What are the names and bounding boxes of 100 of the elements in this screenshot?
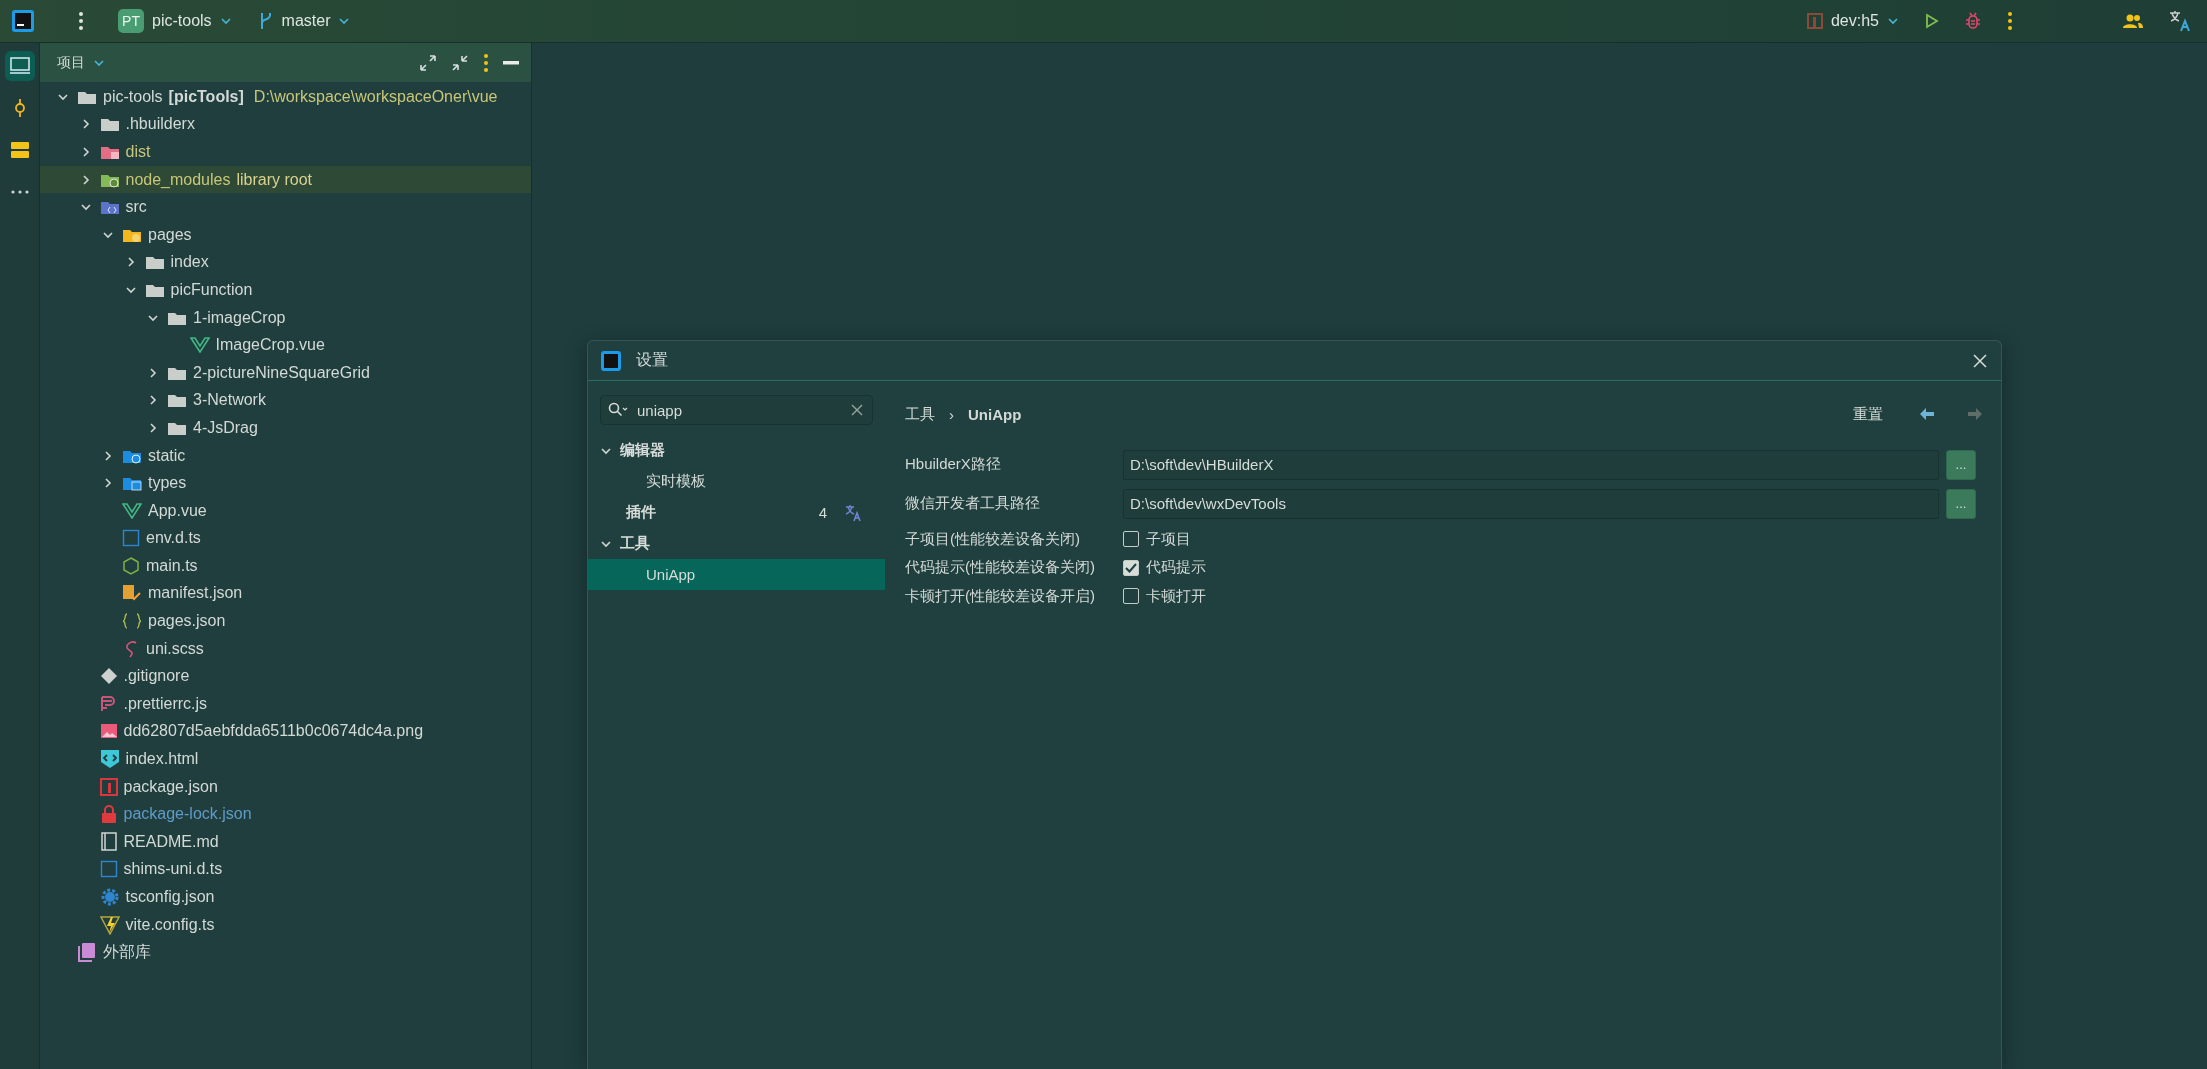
tree-item[interactable]: 2-pictureNineSquareGrid bbox=[193, 363, 370, 382]
settings-nav-item[interactable]: 编辑器 bbox=[588, 435, 885, 466]
tree-item[interactable]: env.d.ts bbox=[146, 529, 201, 548]
panel-title[interactable]: 项目 bbox=[57, 53, 85, 72]
tree-item[interactable]: .prettierrc.js bbox=[123, 694, 208, 713]
tree-item[interactable]: types bbox=[148, 474, 187, 493]
tree-item[interactable]: src bbox=[125, 198, 147, 217]
code-shield-icon bbox=[99, 749, 120, 770]
tree-item[interactable]: package-lock.json bbox=[123, 805, 252, 824]
tree-item[interactable]: pages.json bbox=[148, 612, 226, 631]
play-icon bbox=[1925, 13, 1939, 29]
close-button[interactable] bbox=[1971, 351, 1989, 370]
tree-item[interactable]: README.md bbox=[123, 832, 219, 851]
option-label: 代码提示(性能较差设备关闭) bbox=[905, 558, 1096, 578]
collapse-all-icon bbox=[451, 53, 469, 72]
checkbox-label[interactable]: 代码提示 bbox=[1146, 558, 1206, 578]
more-icon bbox=[9, 189, 30, 195]
settings-nav-item[interactable]: UniApp bbox=[588, 559, 885, 590]
lock-icon bbox=[99, 804, 118, 825]
field-label: HbuilderX路径 bbox=[905, 455, 1002, 474]
tree-item[interactable]: shims-uni.d.ts bbox=[123, 860, 223, 879]
typescript-file-icon bbox=[99, 860, 118, 879]
chevron-right-icon bbox=[147, 366, 159, 379]
checkbox-label[interactable]: 卡顿打开 bbox=[1146, 586, 1206, 606]
path-input-field[interactable]: D:\soft\dev\HBuilderX bbox=[1123, 449, 1939, 480]
settings-nav-item[interactable]: 工具 bbox=[588, 528, 885, 559]
field-label: 微信开发者工具路径 bbox=[905, 494, 1041, 513]
kebab-menu-icon bbox=[483, 52, 489, 73]
reset-link[interactable]: 重置 bbox=[1849, 402, 1887, 426]
checkbox[interactable] bbox=[1123, 559, 1139, 576]
tree-item[interactable]: pic-tools bbox=[103, 87, 163, 106]
hexagon-icon bbox=[122, 556, 140, 575]
project-switcher[interactable]: PT pic-tools bbox=[112, 5, 238, 37]
tree-item[interactable]: .gitignore bbox=[123, 667, 190, 686]
tree-item[interactable]: ImageCrop.vue bbox=[215, 336, 325, 355]
tree-item[interactable]: .hbuilderx bbox=[125, 115, 195, 134]
chevron-down-icon bbox=[1887, 15, 1899, 27]
run-config-switcher[interactable]: dev:h5 bbox=[1800, 8, 1905, 34]
tree-item[interactable]: package.json bbox=[123, 777, 218, 796]
checkbox[interactable] bbox=[1123, 531, 1139, 547]
library-icon bbox=[77, 942, 97, 963]
tree-item[interactable]: index bbox=[170, 253, 209, 272]
chevron-right-icon bbox=[147, 421, 159, 434]
tree-item[interactable]: manifest.json bbox=[148, 584, 243, 603]
structure-icon bbox=[9, 141, 30, 159]
translate-icon bbox=[845, 504, 863, 521]
module-name: [picTools] bbox=[168, 87, 244, 106]
chevron-right-icon bbox=[102, 477, 114, 490]
tree-item[interactable]: index.html bbox=[125, 750, 199, 769]
lightning-icon bbox=[99, 914, 120, 935]
tree-item[interactable]: node_modules bbox=[125, 170, 231, 189]
tree-item[interactable]: main.ts bbox=[146, 556, 198, 575]
translate-icon bbox=[2169, 10, 2191, 32]
tree-item[interactable]: pages bbox=[148, 225, 192, 244]
ide-logo-icon bbox=[10, 8, 36, 34]
folder-icon bbox=[167, 392, 187, 409]
kebab-menu-icon bbox=[2007, 11, 2013, 31]
tree-item[interactable]: 3-Network bbox=[193, 391, 266, 410]
tree-item[interactable]: dd62807d5aebfdda6511b0c0674dc4a.png bbox=[123, 722, 424, 741]
minimize-icon bbox=[503, 60, 519, 65]
folder-icon bbox=[99, 116, 120, 133]
book-icon bbox=[99, 831, 118, 852]
settings-nav-item[interactable]: 插件 4 bbox=[588, 497, 885, 528]
chevron-right-icon bbox=[147, 394, 159, 407]
tree-item[interactable]: App.vue bbox=[148, 501, 207, 520]
tree-item[interactable]: vite.config.ts bbox=[125, 915, 215, 934]
document-check-icon bbox=[122, 584, 142, 603]
tree-item[interactable]: uni.scss bbox=[146, 639, 204, 658]
search-field[interactable]: uniapp bbox=[600, 395, 873, 425]
bug-icon bbox=[1965, 12, 1981, 30]
monitor-icon bbox=[8, 56, 31, 76]
tree-item[interactable]: dist bbox=[125, 143, 151, 161]
chevron-down-icon bbox=[219, 15, 232, 27]
tree-item[interactable]: 外部库 bbox=[103, 941, 151, 963]
folder-icon bbox=[99, 144, 120, 160]
folder-icon bbox=[144, 254, 165, 271]
breadcrumb-item: UniApp bbox=[968, 405, 1022, 423]
checkbox[interactable] bbox=[1123, 588, 1139, 605]
browse-button[interactable]: ... bbox=[1946, 488, 1976, 519]
option-label: 卡顿打开(性能较差设备开启) bbox=[905, 586, 1096, 606]
branch-switcher[interactable]: master bbox=[251, 7, 357, 35]
tree-item[interactable]: static bbox=[148, 446, 186, 465]
tool-window-button[interactable] bbox=[4, 51, 35, 81]
breadcrumb-item[interactable]: 工具 bbox=[905, 404, 935, 424]
search-icon bbox=[608, 402, 628, 418]
tree-item[interactable]: 4-JsDrag bbox=[193, 418, 258, 437]
dialog-title: 设置 bbox=[636, 350, 668, 370]
tree-item[interactable]: tsconfig.json bbox=[125, 888, 215, 906]
tree-item[interactable]: 1-imageCrop bbox=[193, 308, 286, 327]
chevron-down-icon bbox=[338, 15, 351, 27]
checkbox-label[interactable]: 子项目 bbox=[1146, 529, 1191, 549]
commit-icon bbox=[12, 98, 27, 118]
breadcrumb-separator: › bbox=[949, 405, 954, 423]
settings-nav-item[interactable]: 实时模板 bbox=[588, 466, 885, 497]
browse-button[interactable]: ... bbox=[1946, 449, 1976, 480]
diamond-icon bbox=[99, 667, 118, 686]
gear-icon bbox=[99, 887, 120, 907]
image-icon bbox=[99, 723, 118, 740]
path-input-field[interactable]: D:\soft\dev\wxDevTools bbox=[1123, 488, 1939, 519]
tree-item[interactable]: picFunction bbox=[170, 280, 253, 299]
